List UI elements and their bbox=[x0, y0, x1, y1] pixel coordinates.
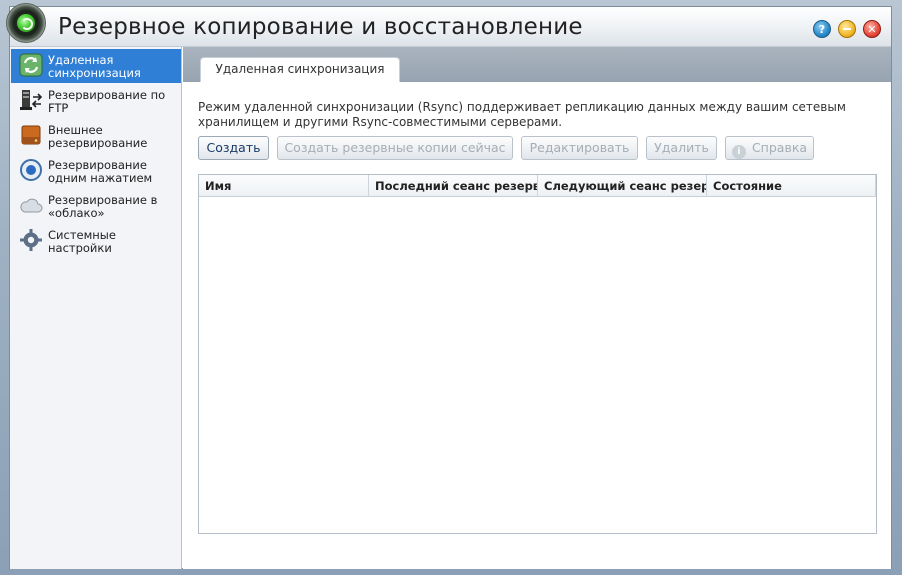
close-icon[interactable]: ✕ bbox=[863, 20, 881, 38]
window-title: Резервное копирование и восстановление bbox=[58, 14, 583, 40]
sidebar-item-label: Резервирование в «облако» bbox=[48, 193, 158, 220]
tab-remote-sync[interactable]: Удаленная синхронизация bbox=[200, 57, 400, 82]
column-header-name[interactable]: Имя bbox=[199, 175, 369, 197]
delete-button[interactable]: Удалить bbox=[646, 136, 717, 160]
help-button[interactable]: i Справка bbox=[725, 136, 814, 160]
sidebar-item-one-touch-backup[interactable]: Резервирование одним нажатием bbox=[11, 154, 181, 188]
main-panel: Удаленная синхронизация Режим удаленной … bbox=[183, 47, 891, 569]
create-button[interactable]: Создать bbox=[198, 136, 269, 160]
cloud-icon bbox=[19, 193, 43, 217]
sidebar-item-label: Системные настройки bbox=[48, 228, 116, 255]
sidebar-item-remote-sync[interactable]: Удаленная синхронизация bbox=[11, 49, 181, 83]
sync-icon bbox=[19, 53, 43, 77]
sidebar-item-system-settings[interactable]: Системные настройки bbox=[11, 224, 181, 258]
ftp-icon bbox=[19, 88, 43, 112]
tab-strip: Удаленная синхронизация bbox=[183, 47, 891, 82]
external-drive-icon bbox=[19, 123, 43, 147]
description-text: Режим удаленной синхронизации (Rsync) по… bbox=[198, 100, 846, 129]
backup-now-button[interactable]: Создать резервные копии сейчас bbox=[277, 136, 513, 160]
help-icon[interactable]: ? bbox=[813, 20, 831, 38]
sidebar-item-ftp-backup[interactable]: Резервирование по FTP bbox=[11, 84, 181, 118]
help-icon: i bbox=[731, 145, 746, 159]
settings-gear-icon bbox=[19, 228, 43, 252]
sidebar-item-external-backup[interactable]: Внешнее резервирование bbox=[11, 119, 181, 153]
one-touch-icon bbox=[19, 158, 43, 182]
sidebar-item-label: Резервирование по FTP bbox=[48, 88, 166, 115]
column-header-last-backup[interactable]: Последний сеанс резерв bbox=[369, 175, 538, 197]
app-window: Резервное копирование и восстановление ?… bbox=[6, 3, 892, 569]
jobs-table: Имя Последний сеанс резерв Следующий сеа… bbox=[198, 174, 877, 534]
help-button-label: Справка bbox=[751, 140, 808, 155]
column-header-status[interactable]: Состояние bbox=[707, 175, 876, 197]
desktop-frame: Резервное копирование и восстановление ?… bbox=[0, 0, 902, 575]
column-header-next-backup[interactable]: Следующий сеанс резер bbox=[538, 175, 707, 197]
edit-button[interactable]: Редактировать bbox=[521, 136, 638, 160]
sidebar-item-cloud-backup[interactable]: Резервирование в «облако» bbox=[11, 189, 181, 223]
minimize-icon[interactable] bbox=[838, 20, 856, 38]
sidebar: Удаленная синхронизация Резервирование п… bbox=[10, 47, 182, 569]
app-logo-icon bbox=[6, 3, 46, 43]
sidebar-item-label: Резервирование одним нажатием bbox=[48, 158, 153, 185]
sidebar-item-label: Внешнее резервирование bbox=[48, 123, 148, 150]
sidebar-item-label: Удаленная синхронизация bbox=[48, 53, 141, 80]
title-bar: Резервное копирование и восстановление ?… bbox=[6, 3, 891, 47]
table-header: Имя Последний сеанс резерв Следующий сеа… bbox=[199, 175, 876, 197]
